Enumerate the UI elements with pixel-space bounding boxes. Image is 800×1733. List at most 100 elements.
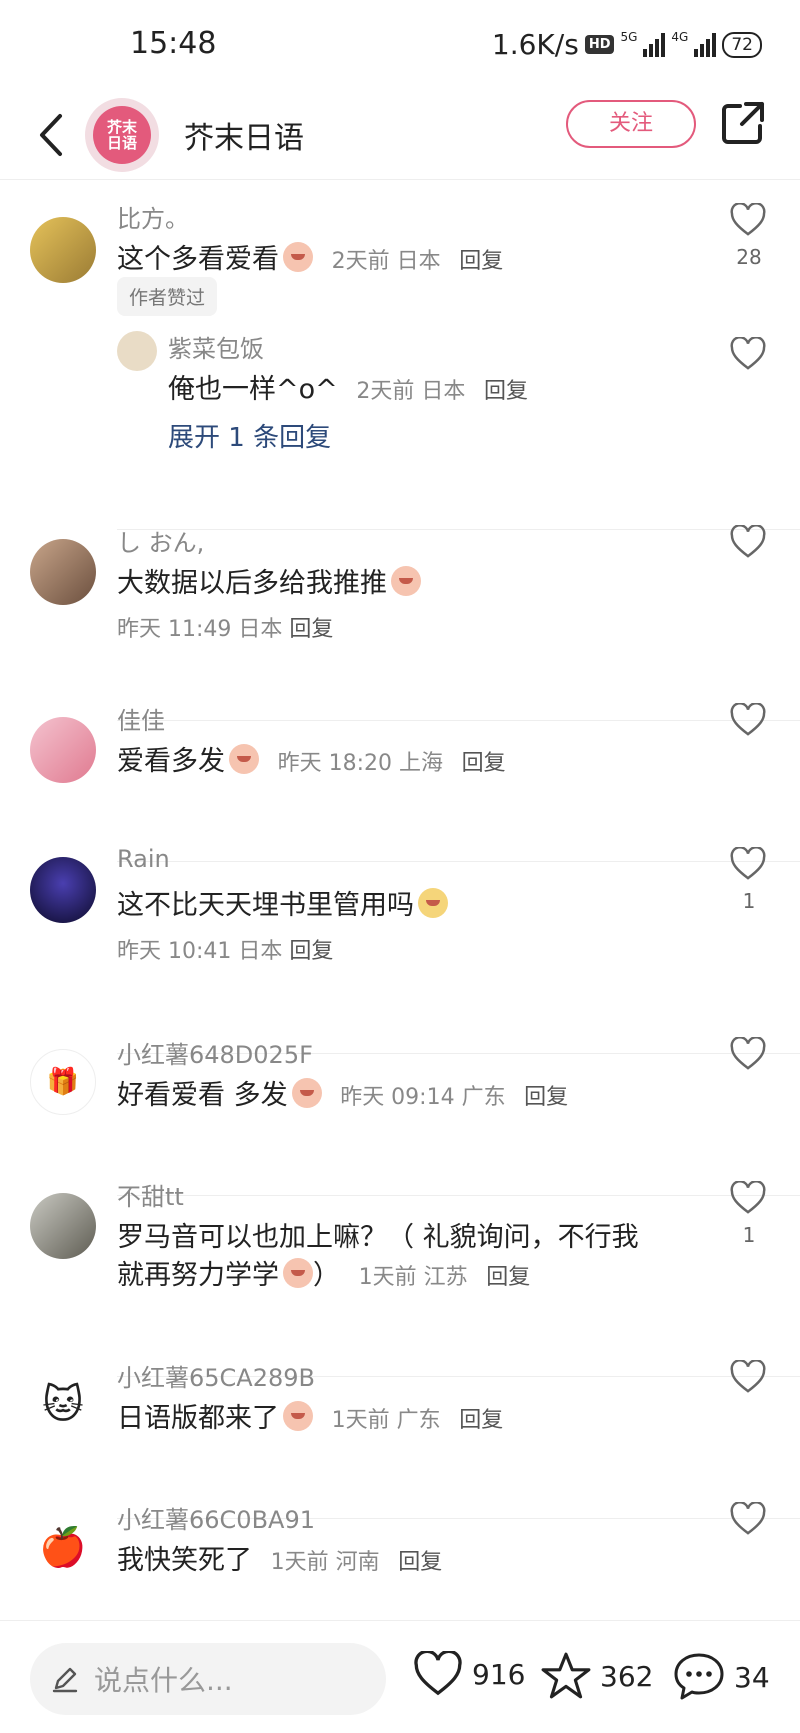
heart-icon (730, 702, 766, 736)
comment-username[interactable]: 小红薯66C0BA91 (117, 1500, 315, 1535)
comment-input[interactable]: 说点什么... (30, 1643, 386, 1715)
back-button[interactable] (26, 104, 80, 166)
comment-meta: 昨天 10:41 日本 回复 (117, 939, 334, 964)
follow-button[interactable]: 关注 (566, 100, 696, 148)
heart-icon (414, 1651, 462, 1696)
user-avatar[interactable] (30, 717, 96, 783)
comment-text: 这不比天天埋书里管用吗 (117, 883, 448, 922)
chevron-left-icon (40, 114, 62, 156)
like-button[interactable] (728, 1501, 768, 1540)
like-action-button[interactable]: 916 (412, 1651, 525, 1697)
crying-emoji-icon (283, 1401, 313, 1431)
account-name[interactable]: 芥末日语 (184, 113, 304, 157)
divider (117, 1195, 800, 1196)
smile-emoji-icon (229, 744, 259, 774)
reply-button[interactable]: 回复 (462, 751, 506, 776)
like-button[interactable] (728, 1036, 768, 1075)
account-avatar[interactable]: 芥末 日语 (85, 98, 159, 172)
comment-username[interactable]: し おん, (117, 523, 204, 558)
like-count: 28 (736, 245, 762, 269)
user-avatar[interactable] (30, 217, 96, 283)
comment-text: 日语版都来了 1天前 广东 回复 (117, 1401, 504, 1434)
like-button[interactable] (728, 702, 768, 741)
pencil-icon (52, 1667, 78, 1693)
reply-text: 俺也一样^o^ 2天前 日本 回复 (168, 374, 528, 405)
crying-emoji-icon (283, 242, 313, 272)
network-type-4g: 4G (671, 29, 689, 44)
comment-text: 好看爱看 多发 昨天 09:14 广东 回复 (117, 1078, 569, 1111)
comment-text: 罗马音可以也加上嘛？（ 礼貌询问，不行我 (117, 1222, 639, 1253)
comment-text-continued: 就再努力学学） 1天前 江苏 回复 (117, 1258, 531, 1291)
like-button[interactable] (728, 202, 768, 241)
reply-button[interactable]: 回复 (289, 939, 333, 964)
user-avatar[interactable] (30, 539, 96, 605)
comment-total: 34 (734, 1660, 770, 1694)
comment-text: 我快笑死了 1天前 河南 回复 (117, 1545, 443, 1576)
heart-icon (730, 1180, 766, 1214)
user-avatar[interactable]: 🐱 (30, 1372, 96, 1438)
share-icon (722, 102, 764, 144)
share-button[interactable] (720, 100, 766, 146)
comment-meta: 昨天 11:49 日本 回复 (117, 617, 334, 642)
heart-icon (730, 1359, 766, 1393)
battery-icon: 72 (722, 31, 762, 58)
expand-replies-link[interactable]: 展开 1 条回复 (168, 417, 331, 454)
comment-text: 大数据以后多给我推推 (117, 561, 421, 600)
status-right: 1.6K/s HD 5G 4G 72 (492, 28, 762, 61)
comment-username[interactable]: 佳佳 (117, 701, 165, 736)
comment-username[interactable]: Rain (117, 845, 170, 873)
laughing-emoji-icon (391, 566, 421, 596)
heart-icon (730, 1036, 766, 1070)
reply-button[interactable]: 回复 (524, 1085, 568, 1110)
user-avatar[interactable] (30, 1193, 96, 1259)
chat-bubble-icon (674, 1653, 724, 1700)
like-button[interactable] (728, 846, 768, 885)
like-button[interactable] (728, 1359, 768, 1398)
user-avatar[interactable]: 🎁 (30, 1049, 96, 1115)
divider (117, 720, 800, 721)
reply-user-avatar[interactable] (117, 331, 157, 371)
heart-icon (730, 336, 766, 370)
heart-icon (730, 202, 766, 236)
crying-emoji-icon (283, 1258, 313, 1288)
comment-text: 这个多看爱看 2天前 日本 回复 (117, 242, 504, 275)
header: 芥末 日语 芥末日语 关注 (0, 90, 800, 180)
emoji-icon (291, 1078, 322, 1108)
divider (117, 529, 800, 530)
heart-icon (730, 846, 766, 880)
reply-button[interactable]: 回复 (398, 1550, 442, 1575)
heart-icon (730, 524, 766, 558)
reply-username[interactable]: 紫菜包饭 (168, 329, 264, 364)
bottom-bar: 说点什么... 916 362 34 (0, 1620, 800, 1733)
reply-button[interactable]: 回复 (459, 1408, 503, 1433)
author-liked-badge: 作者赞过 (117, 277, 218, 316)
reply-like-button[interactable] (728, 336, 768, 375)
like-button[interactable] (728, 524, 768, 563)
user-avatar[interactable] (30, 857, 96, 923)
account-logo: 芥末 日语 (93, 106, 151, 164)
like-button[interactable] (728, 1180, 768, 1219)
comment-username[interactable]: 小红薯65CA289B (117, 1358, 315, 1393)
cat-icon: 🐱 (42, 1382, 84, 1428)
like-count: 1 (742, 1223, 756, 1247)
user-avatar[interactable]: 🍎 (30, 1514, 96, 1580)
status-bar: 15:48 1.6K/s HD 5G 4G 72 (0, 0, 800, 90)
comment-text: 爱看多发 昨天 18:20 上海 回复 (117, 744, 506, 777)
like-total: 916 (472, 1657, 526, 1691)
reply-button[interactable]: 回复 (289, 617, 333, 642)
comment-username[interactable]: 比方。 (117, 199, 189, 234)
network-speed: 1.6K/s (491, 28, 579, 61)
network-type-5g: 5G (620, 29, 638, 44)
signal-icon-2 (694, 32, 717, 57)
comment-username[interactable]: 不甜tt (117, 1177, 184, 1212)
comment-action-button[interactable]: 34 (672, 1651, 770, 1703)
reply-button[interactable]: 回复 (486, 1265, 530, 1290)
comment-username[interactable]: 小红薯648D025F (117, 1035, 313, 1070)
reply-button[interactable]: 回复 (459, 249, 503, 274)
comment-list: 比方。 这个多看爱看 2天前 日本 回复 作者赞过 28 紫菜包饭 俺也一样^o… (0, 181, 800, 1611)
star-icon (541, 1652, 591, 1699)
reply-button[interactable]: 回复 (484, 379, 528, 404)
signal-icon (643, 32, 666, 57)
heart-icon (730, 1501, 766, 1535)
collect-action-button[interactable]: 362 (540, 1651, 653, 1701)
